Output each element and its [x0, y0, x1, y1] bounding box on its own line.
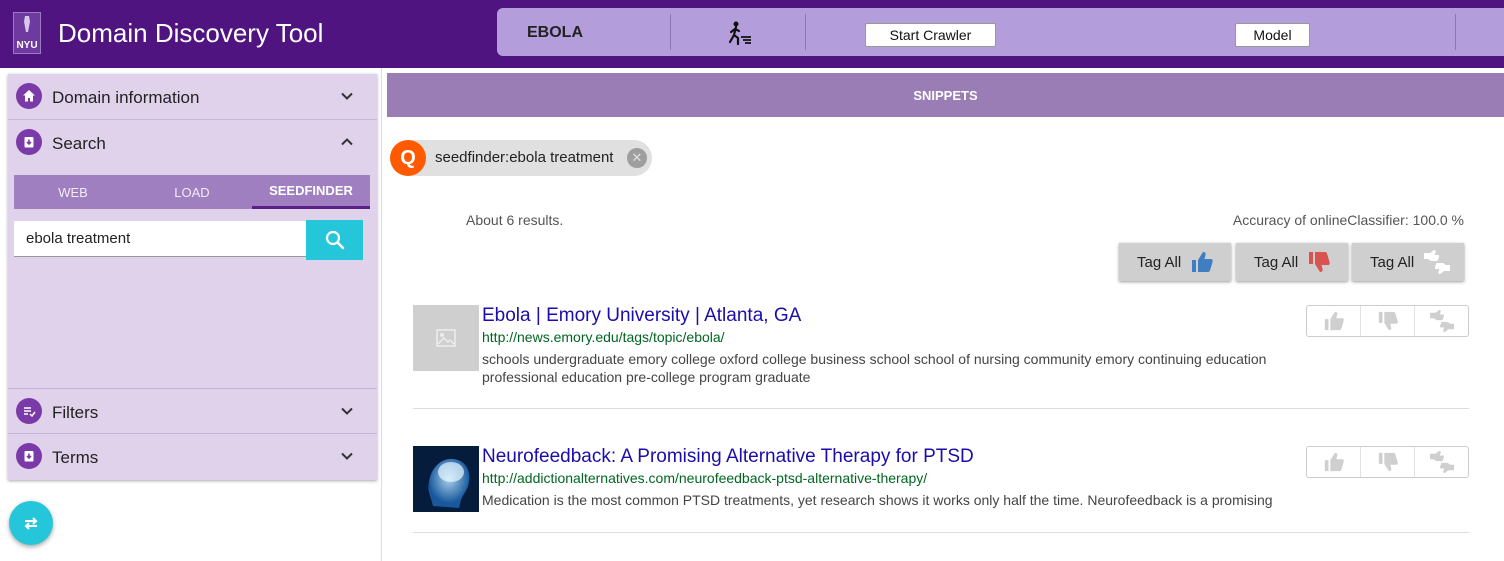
thumbs-up-icon [1192, 252, 1213, 272]
tab-load[interactable]: LOAD [132, 175, 252, 209]
search-button[interactable] [306, 220, 363, 260]
nyu-logo: NYU [13, 12, 41, 54]
crawler-status-icon[interactable] [727, 20, 753, 46]
tab-web[interactable]: WEB [14, 175, 132, 209]
query-chip-label: seedfinder:ebola treatment [435, 149, 614, 166]
logo-text: NYU [16, 40, 38, 51]
accordion-label: Search [52, 134, 106, 153]
result-url[interactable]: http://news.emory.edu/tags/topic/ebola/ [482, 329, 725, 345]
tab-seedfinder[interactable]: SEEDFINDER [252, 175, 370, 209]
search-download-icon [16, 129, 42, 155]
torch-icon [24, 16, 30, 32]
query-avatar: Q [390, 140, 426, 176]
tag-all-label: Tag All [1137, 253, 1182, 271]
accordion-terms[interactable]: Terms [8, 434, 377, 480]
toolbar-divider [670, 14, 671, 50]
thumbs-neutral-icon[interactable] [1415, 306, 1468, 336]
thumbs-neutral-icon [1424, 250, 1451, 274]
accordion-filters[interactable]: Filters [8, 388, 377, 434]
query-chip[interactable]: Q seedfinder:ebola treatment ✕ [390, 140, 652, 176]
main-content: SNIPPETS Q seedfinder:ebola treatment ✕ … [387, 68, 1504, 561]
accordion-label: Terms [52, 448, 99, 467]
accordion-search[interactable]: Search [8, 120, 377, 166]
thumbs-up-icon[interactable] [1307, 306, 1361, 336]
thumbs-down-icon[interactable] [1361, 306, 1415, 336]
snippets-header: SNIPPETS [387, 73, 1504, 117]
sidebar-panel: Domain information Search WEB LOAD SEEDF… [8, 74, 377, 480]
result-title-link[interactable]: Neurofeedback: A Promising Alternative T… [482, 446, 974, 468]
app-header: NYU Domain Discovery Tool EBOLA Start Cr… [0, 0, 1504, 68]
thumbs-down-icon [1309, 252, 1330, 272]
chevron-down-icon [341, 407, 353, 415]
swap-fab-button[interactable] [9, 501, 53, 545]
model-button[interactable]: Model [1235, 23, 1310, 47]
result-url[interactable]: http://addictionalternatives.com/neurofe… [482, 470, 927, 486]
domain-name: EBOLA [527, 24, 583, 41]
result-snippet: Medication is the most common PTSD treat… [482, 492, 1273, 508]
search-source-tabs: WEB LOAD SEEDFINDER [14, 175, 370, 209]
chevron-down-icon [341, 452, 353, 460]
results-count: About 6 results. [466, 212, 564, 228]
tag-all-relevant-button[interactable]: Tag All [1119, 243, 1231, 281]
accordion-domain-information[interactable]: Domain information [8, 74, 377, 120]
search-icon [325, 230, 344, 250]
left-sidebar: Domain information Search WEB LOAD SEEDF… [0, 68, 382, 561]
close-icon[interactable]: ✕ [627, 148, 647, 168]
search-input[interactable]: ebola treatment [14, 221, 308, 257]
start-crawler-button[interactable]: Start Crawler [865, 23, 996, 47]
chevron-down-icon [341, 92, 353, 100]
toolbar-divider [805, 14, 806, 50]
tag-all-irrelevant-button[interactable]: Tag All [1236, 243, 1348, 281]
result-item: Neurofeedback: A Promising Alternative T… [413, 446, 1469, 533]
chevron-up-icon [341, 138, 353, 146]
accordion-label: Filters [52, 403, 99, 422]
toolbar-divider [1455, 14, 1456, 50]
placeholder-image-icon [413, 305, 479, 371]
brain-scan-image [413, 446, 479, 512]
thumbs-down-icon[interactable] [1361, 447, 1415, 477]
domain-toolbar: EBOLA Start Crawler Model [497, 8, 1504, 56]
terms-download-icon [16, 443, 42, 469]
accordion-label: Domain information [52, 88, 200, 107]
swap-arrows-icon [24, 517, 38, 530]
home-icon [16, 83, 42, 109]
result-tag-buttons [1306, 446, 1469, 478]
thumbs-up-icon[interactable] [1307, 447, 1361, 477]
result-tag-buttons [1306, 305, 1469, 337]
tag-all-label: Tag All [1254, 253, 1299, 271]
tag-all-label: Tag All [1370, 253, 1415, 271]
app-title: Domain Discovery Tool [58, 18, 324, 48]
result-snippet: schools undergraduate emory college oxfo… [482, 351, 1267, 385]
result-title-link[interactable]: Ebola | Emory University | Atlanta, GA [482, 305, 801, 327]
tag-all-neutral-button[interactable]: Tag All [1352, 243, 1464, 281]
thumbs-neutral-icon[interactable] [1415, 447, 1468, 477]
result-item: Ebola | Emory University | Atlanta, GA h… [413, 305, 1469, 409]
classifier-accuracy: Accuracy of onlineClassifier: 100.0 % [1232, 212, 1464, 228]
filter-list-icon [16, 398, 42, 424]
